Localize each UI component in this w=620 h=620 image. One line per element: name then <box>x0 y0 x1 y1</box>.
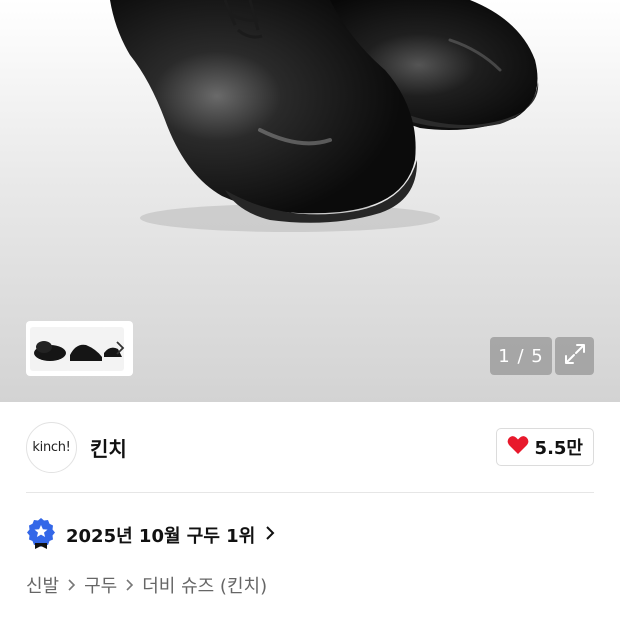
breadcrumb-item-shoes[interactable]: 신발 <box>26 572 59 598</box>
chevron-right-icon <box>125 578 134 592</box>
like-button[interactable]: 5.5만 <box>495 428 594 466</box>
expand-arrows-icon <box>564 343 586 369</box>
product-image[interactable]: 1 / 5 <box>0 0 620 402</box>
heart-icon <box>507 435 529 459</box>
brand-row: kinch! 킨치 5.5만 <box>26 421 594 473</box>
like-count: 5.5만 <box>534 438 583 459</box>
brand-name[interactable]: 킨치 <box>90 433 127 462</box>
chevron-right-icon <box>265 525 275 545</box>
chevron-right-icon[interactable] <box>115 340 125 356</box>
ranking-link[interactable]: 2025년 10월 구두 1위 <box>26 518 275 552</box>
image-page-counter: 1 / 5 <box>490 337 552 375</box>
ranking-badge-icon <box>26 517 56 553</box>
breadcrumb-item-dress-shoes[interactable]: 구두 <box>84 572 117 598</box>
chevron-right-icon <box>67 578 76 592</box>
thumbnail-strip[interactable] <box>26 321 133 376</box>
thumbnail-2[interactable] <box>66 326 106 371</box>
section-divider <box>26 492 594 493</box>
ranking-text: 2025년 10월 구두 1위 <box>66 526 256 547</box>
breadcrumb: 신발 구두 더비 슈즈 (킨치) <box>26 570 267 600</box>
brand-logo[interactable]: kinch! <box>26 421 77 473</box>
thumbnail-1[interactable] <box>30 326 70 371</box>
breadcrumb-item-derby-shoes[interactable]: 더비 슈즈 (킨치) <box>142 572 267 598</box>
expand-image-button[interactable] <box>555 337 594 375</box>
